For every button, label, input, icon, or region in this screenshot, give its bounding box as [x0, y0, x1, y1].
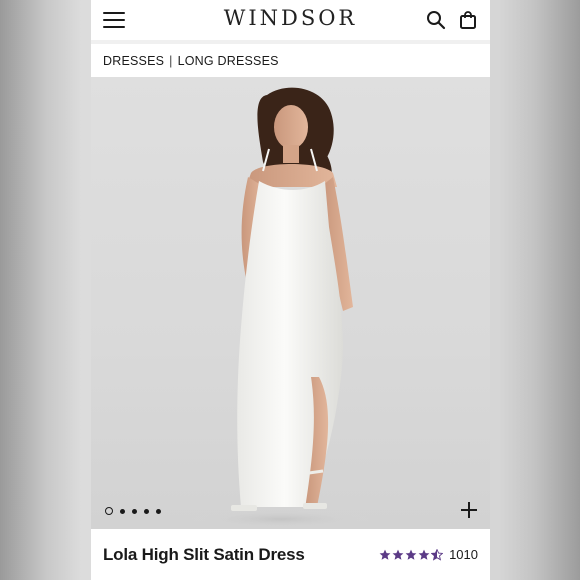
star-full-icon	[392, 549, 404, 560]
search-icon[interactable]	[426, 10, 446, 30]
header-actions	[426, 10, 478, 30]
breadcrumb: DRESSES | LONG DRESSES	[91, 44, 490, 77]
carousel-dot-2[interactable]	[120, 508, 125, 514]
star-half-icon	[431, 548, 444, 561]
product-title: Lola High Slit Satin Dress	[103, 544, 305, 564]
top-navigation-bar: WINDSOR	[91, 0, 490, 40]
carousel-dot-4[interactable]	[144, 508, 149, 514]
product-info-row: Lola High Slit Satin Dress 1010	[91, 529, 490, 580]
review-count: 1010	[449, 547, 478, 562]
star-full-icon	[405, 549, 417, 560]
carousel-dot-1[interactable]	[105, 507, 113, 515]
rating-stars	[379, 548, 444, 561]
breadcrumb-dresses[interactable]: DRESSES	[103, 54, 164, 68]
product-photo	[191, 87, 371, 529]
carousel-dot-3[interactable]	[132, 508, 137, 514]
brand-logo[interactable]: WINDSOR	[224, 6, 358, 30]
product-image-gallery[interactable]	[91, 77, 490, 529]
bag-icon[interactable]	[458, 10, 478, 30]
plus-icon[interactable]	[460, 501, 478, 519]
star-full-icon	[418, 549, 430, 560]
breadcrumb-long-dresses[interactable]: LONG DRESSES	[178, 54, 279, 68]
carousel-dot-5[interactable]	[156, 508, 161, 514]
breadcrumb-separator: |	[169, 53, 173, 68]
menu-icon[interactable]	[103, 12, 125, 28]
phone-screen: WINDSOR DRESSES | LONG DRESSES Lola High…	[91, 0, 490, 580]
product-rating[interactable]: 1010	[379, 547, 478, 562]
carousel-indicators	[105, 507, 161, 515]
star-full-icon	[379, 549, 391, 560]
